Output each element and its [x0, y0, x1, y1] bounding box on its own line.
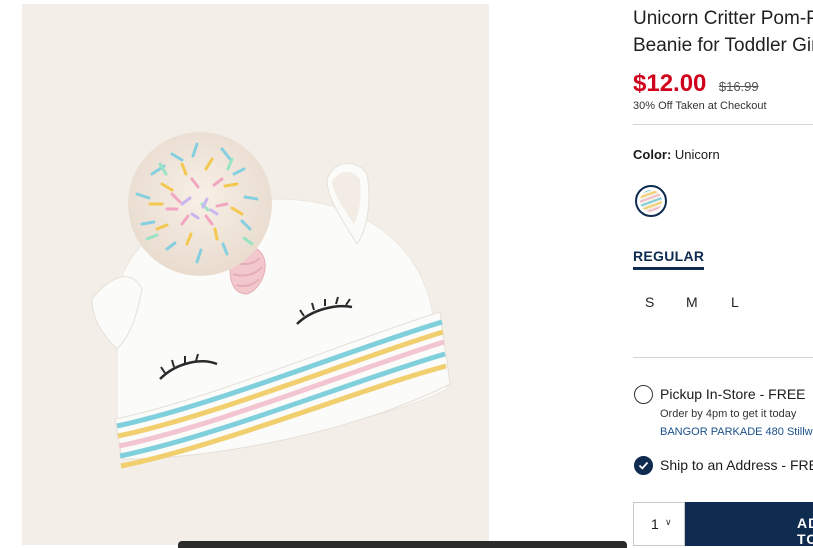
check-icon — [638, 461, 649, 470]
color-label: Color: — [633, 147, 672, 162]
unicorn-beanie-illustration — [91, 132, 451, 469]
quantity-value: 1 — [651, 516, 659, 532]
chevron-down-icon: ∨ — [665, 517, 672, 527]
store-link[interactable]: BANGOR PARKADE 480 Stillwater Ave — [660, 426, 813, 438]
ship-radio[interactable] — [634, 456, 653, 475]
color-value: Unicorn — [674, 147, 720, 162]
size-option-m[interactable]: M — [686, 294, 698, 310]
price-row: $12.00 $16.99 — [633, 70, 759, 98]
color-row: Color: Unicorn — [633, 147, 720, 162]
size-option-l[interactable]: L — [731, 294, 739, 310]
divider — [633, 357, 813, 358]
color-swatch-unicorn[interactable] — [635, 185, 667, 217]
quantity-select[interactable]: 1 ∨ — [633, 502, 685, 546]
add-to-bag-button[interactable]: ADD TO BAG — [685, 502, 813, 548]
pickup-radio[interactable] — [634, 385, 653, 404]
original-price: $16.99 — [718, 79, 759, 94]
product-info-panel: Unicorn Critter Pom-Pom Beanie for Toddl… — [633, 0, 813, 548]
product-title: Unicorn Critter Pom-Pom Beanie for Toddl… — [633, 8, 813, 56]
pickup-note: Order by 4pm to get it today — [660, 408, 797, 420]
sale-price: $12.00 — [633, 70, 707, 97]
add-to-bag-label: ADD TO BAG — [797, 515, 813, 548]
discount-note: 30% Off Taken at Checkout — [633, 100, 767, 112]
product-image[interactable] — [22, 4, 489, 545]
tab-regular[interactable]: REGULAR — [633, 248, 705, 270]
ship-label[interactable]: Ship to an Address - FREE — [660, 457, 813, 473]
pickup-label[interactable]: Pickup In-Store - FREE — [660, 386, 806, 402]
swatch-pattern — [640, 190, 662, 212]
overlay-bar — [178, 541, 627, 548]
divider — [633, 124, 813, 125]
size-option-s[interactable]: S — [645, 294, 654, 310]
